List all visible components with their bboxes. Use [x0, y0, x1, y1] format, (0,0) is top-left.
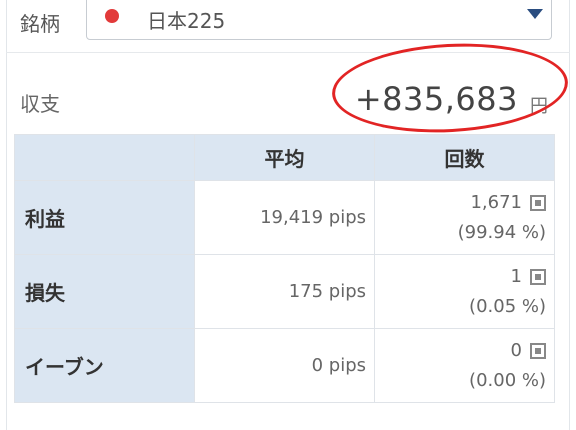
row-label: 利益 — [14, 180, 195, 255]
row-label: 損失 — [14, 254, 195, 329]
symbol-label: 銘柄 — [20, 12, 60, 36]
avg-value: 175 pips — [194, 254, 375, 329]
table-row: 利益 19,419 pips 1,671 (99.94 %) — [14, 180, 555, 255]
header-average: 平均 — [194, 134, 375, 181]
pnl-label: 収支 — [20, 92, 60, 116]
japan-flag-icon — [105, 9, 119, 23]
detail-icon[interactable] — [530, 342, 546, 359]
trade-stats-table: 平均 回数 利益 19,419 pips 1,671 (99.94 %) 損失 … — [14, 134, 555, 403]
count-cell: 1,671 (99.94 %) — [374, 180, 555, 255]
detail-icon[interactable] — [530, 194, 546, 211]
count-cell: 0 (0.00 %) — [374, 328, 555, 403]
avg-value: 0 pips — [194, 328, 375, 403]
detail-icon[interactable] — [530, 268, 546, 285]
count-value: 0 — [510, 339, 522, 361]
count-cell: 1 (0.05 %) — [374, 254, 555, 329]
avg-value: 19,419 pips — [194, 180, 375, 255]
header-count: 回数 — [374, 134, 555, 181]
count-percent: (99.94 %) — [457, 221, 546, 243]
count-percent: (0.00 %) — [469, 369, 546, 391]
row-label: イーブン — [14, 328, 195, 403]
count-value: 1,671 — [470, 191, 522, 213]
header-corner — [14, 134, 195, 181]
symbol-select[interactable]: 日本225 — [86, 0, 552, 40]
table-row: イーブン 0 pips 0 (0.00 %) — [14, 328, 555, 403]
count-value: 1 — [510, 265, 522, 287]
chevron-down-icon[interactable] — [527, 9, 543, 19]
symbol-value: 日本225 — [147, 9, 226, 33]
table-row: 損失 175 pips 1 (0.05 %) — [14, 254, 555, 329]
count-percent: (0.05 %) — [469, 295, 546, 317]
